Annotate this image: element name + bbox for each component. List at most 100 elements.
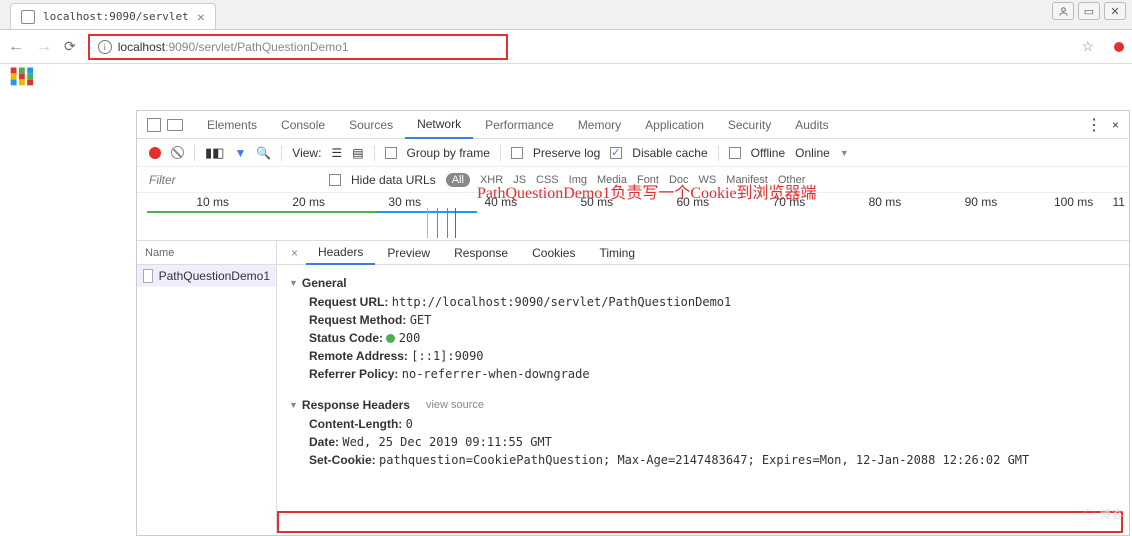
status-dot-icon — [386, 334, 395, 343]
preserve-log-checkbox[interactable] — [511, 147, 523, 159]
general-section[interactable]: ▼General — [289, 273, 1117, 293]
status-code: 200 — [399, 331, 421, 345]
request-method: GET — [410, 313, 432, 327]
tab-close-icon[interactable]: × — [197, 9, 205, 25]
view-small-icon[interactable]: ▤ — [352, 146, 363, 160]
remote-label: Remote Address: — [309, 349, 408, 363]
date-value: Wed, 25 Dec 2019 09:11:55 GMT — [342, 435, 552, 449]
tab-headers[interactable]: Headers — [306, 241, 375, 265]
request-row[interactable]: PathQuestionDemo1 — [137, 265, 276, 287]
devtools-panel: Elements Console Sources Network Perform… — [136, 110, 1130, 536]
forward-button[interactable]: → — [36, 38, 52, 56]
reload-button[interactable]: ⟳ — [64, 38, 76, 55]
tab-response[interactable]: Response — [442, 241, 520, 265]
response-headers-section[interactable]: ▼Response Headersview source — [289, 395, 1117, 415]
info-icon[interactable]: i — [98, 40, 112, 54]
preserve-log-label: Preserve log — [533, 146, 600, 160]
apps-row: ■■■ ■■■ ■■■ — [0, 64, 1132, 90]
tab-memory[interactable]: Memory — [566, 111, 633, 139]
hide-urls-label: Hide data URLs — [351, 173, 436, 187]
tab-title: localhost:9090/servlet — [43, 10, 189, 23]
status-label: Status Code: — [309, 331, 383, 345]
close-icon[interactable]: ✕ — [1104, 2, 1126, 20]
url-input[interactable]: i localhost:9090/servlet/PathQuestionDem… — [88, 34, 508, 60]
view-large-icon[interactable]: ☰ — [331, 146, 342, 160]
url-host: localhost — [118, 40, 165, 54]
highlight-box-cookie — [277, 511, 1123, 533]
timeline-mark: 20 ms — [233, 195, 329, 209]
url-text: localhost:9090/servlet/PathQuestionDemo1 — [118, 39, 349, 54]
request-url-label: Request URL: — [309, 295, 388, 309]
response-headers-label: Response Headers — [302, 398, 410, 412]
tab-elements[interactable]: Elements — [195, 111, 269, 139]
search-icon[interactable]: 🔍 — [256, 146, 271, 160]
referrer-label: Referrer Policy: — [309, 367, 398, 381]
timeline-mark: 10 ms — [137, 195, 233, 209]
tab-performance[interactable]: Performance — [473, 111, 566, 139]
set-cookie-value: pathquestion=CookiePathQuestion; Max-Age… — [379, 453, 1029, 467]
tab-network[interactable]: Network — [405, 111, 473, 139]
detail-tabs: × Headers Preview Response Cookies Timin… — [277, 241, 1129, 265]
timeline-mark: 80 ms — [809, 195, 905, 209]
view-source-link[interactable]: view source — [426, 399, 484, 411]
disable-cache-checkbox[interactable] — [610, 147, 622, 159]
hide-urls-checkbox[interactable] — [329, 174, 341, 186]
tab-cookies[interactable]: Cookies — [520, 241, 587, 265]
request-list: Name PathQuestionDemo1 — [137, 241, 277, 535]
back-button[interactable]: ← — [8, 38, 24, 56]
tab-timing[interactable]: Timing — [587, 241, 647, 265]
extension-icon[interactable] — [1114, 42, 1124, 52]
request-name: PathQuestionDemo1 — [159, 269, 270, 283]
request-url: http://localhost:9090/servlet/PathQuesti… — [392, 295, 732, 309]
tab-preview[interactable]: Preview — [375, 241, 442, 265]
clear-button[interactable] — [171, 146, 184, 159]
watermark: ◯ 博客 — [1084, 506, 1124, 522]
filter-input[interactable] — [149, 173, 229, 187]
tab-sources[interactable]: Sources — [337, 111, 405, 139]
disable-cache-label: Disable cache — [632, 146, 707, 160]
detail-body: ▼General Request URL: http://localhost:9… — [277, 265, 1129, 535]
tab-application[interactable]: Application — [633, 111, 716, 139]
window-controls: ▭ ✕ — [1052, 2, 1126, 20]
request-method-label: Request Method: — [309, 313, 406, 327]
minimize-icon[interactable]: ▭ — [1078, 2, 1100, 20]
file-icon — [143, 269, 153, 283]
devtools-close-icon[interactable]: × — [1112, 118, 1119, 132]
general-label: General — [302, 276, 347, 290]
more-icon[interactable]: ⋮ — [1086, 115, 1102, 135]
tab-security[interactable]: Security — [716, 111, 783, 139]
offline-checkbox[interactable] — [729, 147, 741, 159]
filter-all[interactable]: All — [446, 173, 470, 187]
device-icon[interactable] — [167, 119, 183, 131]
favicon-icon — [21, 10, 35, 24]
browser-tab[interactable]: localhost:9090/servlet × — [10, 3, 216, 29]
referrer-policy: no-referrer-when-downgrade — [402, 367, 590, 381]
content-length-label: Content-Length: — [309, 417, 402, 431]
timeline-mark: 30 ms — [329, 195, 425, 209]
content-length: 0 — [406, 417, 413, 431]
set-cookie-label: Set-Cookie: — [309, 453, 376, 467]
inspect-icon[interactable] — [147, 118, 161, 132]
group-by-frame-checkbox[interactable] — [385, 147, 397, 159]
chevron-down-icon[interactable]: ▼ — [840, 148, 849, 158]
close-detail-icon[interactable]: × — [283, 246, 306, 260]
remote-address: [::1]:9090 — [411, 349, 483, 363]
apps-icon[interactable]: ■■■ ■■■ ■■■ — [10, 68, 35, 86]
col-name[interactable]: Name — [137, 241, 276, 265]
screenshot-icon[interactable]: ▮◧ — [205, 145, 224, 161]
tab-console[interactable]: Console — [269, 111, 337, 139]
network-toolbar: ▮◧ ▼ 🔍 View: ☰ ▤ Group by frame Preserve… — [137, 139, 1129, 167]
timeline-mark: 11 — [1097, 195, 1129, 209]
devtools-tabs: Elements Console Sources Network Perform… — [137, 111, 1129, 139]
filter-icon[interactable]: ▼ — [234, 146, 246, 160]
timeline-mark: 90 ms — [905, 195, 1001, 209]
record-button[interactable] — [149, 147, 161, 159]
url-port: :9090 — [165, 40, 195, 54]
tab-audits[interactable]: Audits — [783, 111, 840, 139]
detail-pane: × Headers Preview Response Cookies Timin… — [277, 241, 1129, 535]
user-icon[interactable] — [1052, 2, 1074, 20]
online-select[interactable]: Online — [795, 146, 830, 160]
date-label: Date: — [309, 435, 339, 449]
bookmark-icon[interactable]: ☆ — [1081, 38, 1094, 55]
address-bar: ← → ⟳ i localhost:9090/servlet/PathQuest… — [0, 30, 1132, 64]
